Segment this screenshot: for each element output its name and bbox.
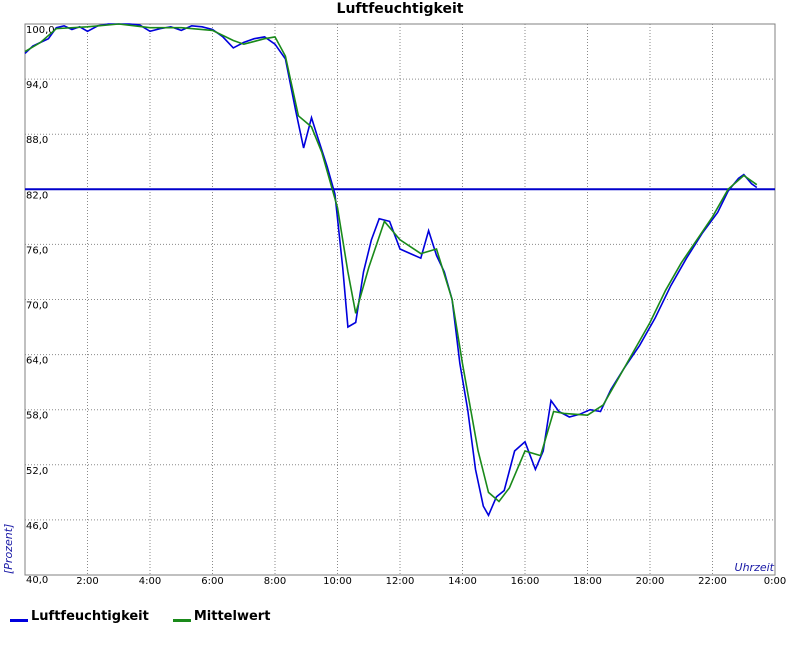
x-tick-label: 14:00	[448, 576, 477, 587]
y-tick-label: 64,0	[26, 356, 48, 367]
x-axis-label: Uhrzeit	[735, 561, 775, 574]
y-tick-label: 82,0	[26, 190, 48, 201]
y-tick-label: 46,0	[26, 521, 48, 532]
x-tick-label: 16:00	[511, 576, 540, 587]
x-tick-label: 22:00	[698, 576, 727, 587]
y-tick-label: 94,0	[26, 80, 48, 91]
y-axis-label: [Prozent]	[2, 524, 15, 574]
y-tick-label: 76,0	[26, 245, 48, 256]
y-tick-label: 40,0	[26, 575, 48, 586]
x-tick-label: 10:00	[323, 576, 352, 587]
x-tick-label: 12:00	[386, 576, 415, 587]
y-tick-label: 58,0	[26, 411, 48, 422]
legend-label-mittelwert: Mittelwert	[193, 609, 271, 624]
chart-title: Luftfeuchtigkeit	[337, 1, 464, 17]
y-tick-label: 52,0	[26, 466, 48, 477]
y-tick-label: 88,0	[26, 135, 48, 146]
x-tick-label: 18:00	[573, 576, 602, 587]
legend: Luftfeuchtigkeit Mittelwert	[10, 609, 270, 624]
x-axis-ticks: 2:00 4:00 6:00 8:00 10:00 12:00 14:00 16:00 18:0…	[76, 576, 786, 587]
x-tick-label: 20:00	[636, 576, 665, 587]
chart: Luftfeuchtigkeit 40,0 46,0 52,0 58,0 64,0 70,…	[2, 1, 786, 587]
legend-swatch-luftfeuchtigkeit	[10, 619, 28, 622]
legend-item-luftfeuchtigkeit: Luftfeuchtigkeit	[10, 609, 149, 624]
x-tick-label: 4:00	[139, 576, 161, 587]
legend-label-luftfeuchtigkeit: Luftfeuchtigkeit	[31, 609, 149, 624]
x-tick-label: 8:00	[264, 576, 286, 587]
x-tick-label: 6:00	[201, 576, 223, 587]
x-tick-label: 0:00	[764, 576, 786, 587]
y-tick-label: 70,0	[26, 301, 48, 312]
legend-swatch-mittelwert	[172, 619, 191, 622]
x-tick-label: 2:00	[76, 576, 98, 587]
legend-item-mittelwert: Mittelwert	[172, 609, 271, 624]
